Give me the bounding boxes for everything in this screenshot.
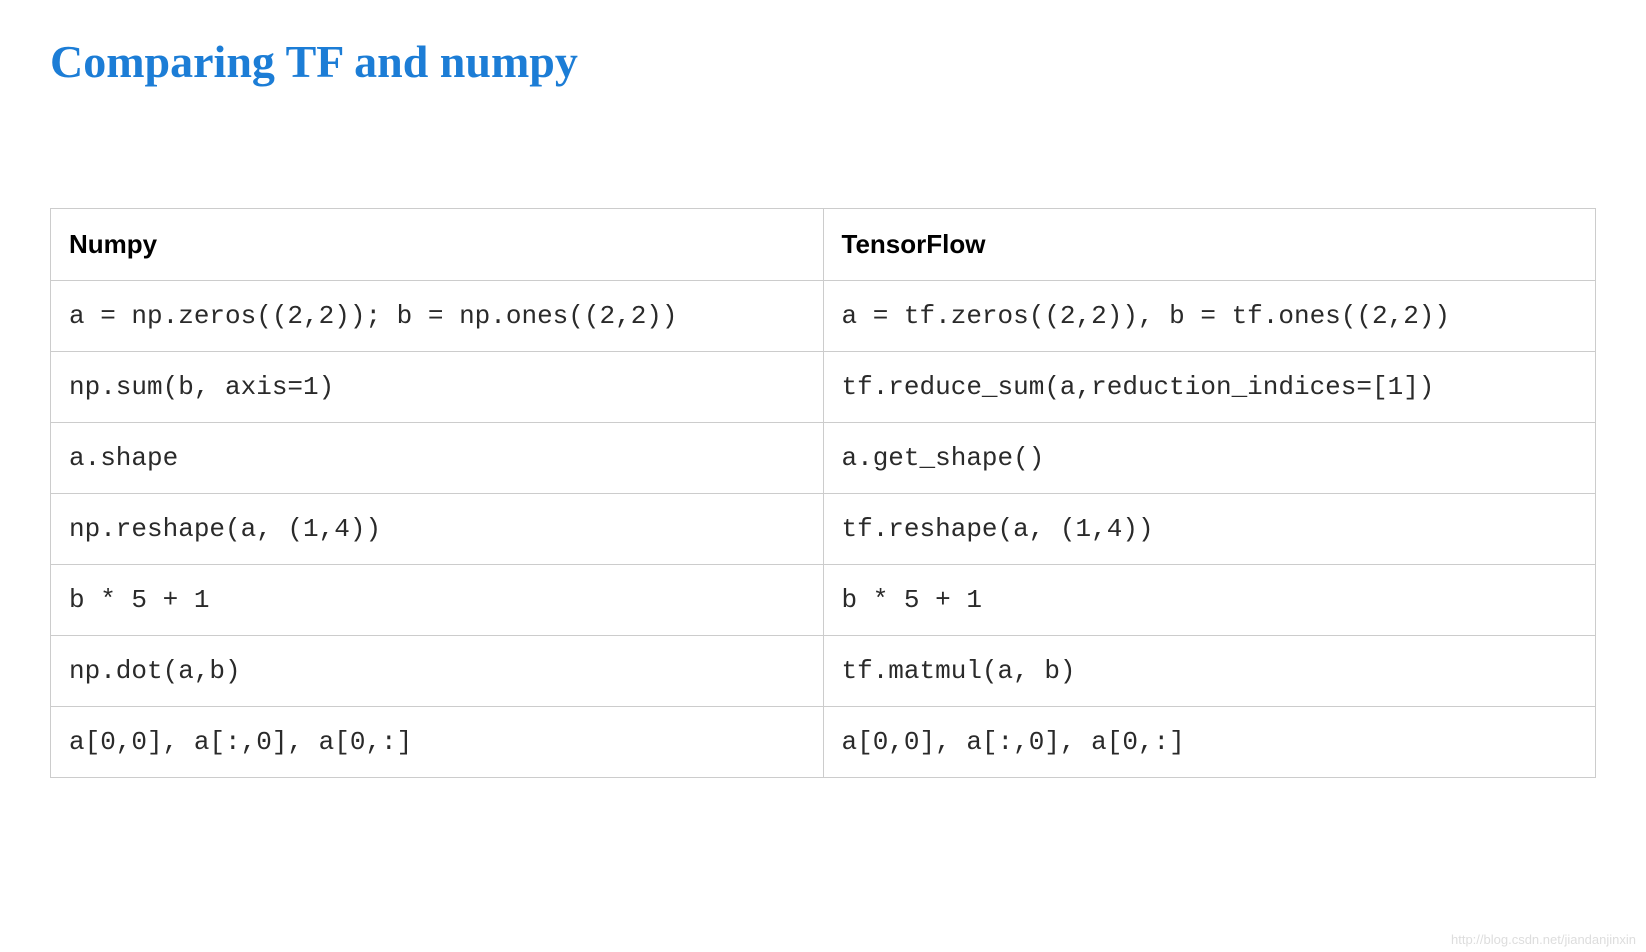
cell-tensorflow: b * 5 + 1 xyxy=(823,565,1596,636)
comparison-table: Numpy TensorFlow a = np.zeros((2,2)); b … xyxy=(50,208,1596,778)
cell-tensorflow: tf.reduce_sum(a,reduction_indices=[1]) xyxy=(823,352,1596,423)
cell-tensorflow: tf.matmul(a, b) xyxy=(823,636,1596,707)
watermark-text: http://blog.csdn.net/jiandanjinxin xyxy=(1451,932,1636,947)
table-row: a.shape a.get_shape() xyxy=(51,423,1596,494)
table-row: a[0,0], a[:,0], a[0,:] a[0,0], a[:,0], a… xyxy=(51,707,1596,778)
cell-tensorflow: tf.reshape(a, (1,4)) xyxy=(823,494,1596,565)
cell-numpy: np.reshape(a, (1,4)) xyxy=(51,494,824,565)
cell-tensorflow: a[0,0], a[:,0], a[0,:] xyxy=(823,707,1596,778)
header-tensorflow: TensorFlow xyxy=(823,209,1596,281)
cell-numpy: np.dot(a,b) xyxy=(51,636,824,707)
table-row: np.reshape(a, (1,4)) tf.reshape(a, (1,4)… xyxy=(51,494,1596,565)
cell-tensorflow: a = tf.zeros((2,2)), b = tf.ones((2,2)) xyxy=(823,281,1596,352)
cell-numpy: a[0,0], a[:,0], a[0,:] xyxy=(51,707,824,778)
cell-numpy: a.shape xyxy=(51,423,824,494)
table-row: np.sum(b, axis=1) tf.reduce_sum(a,reduct… xyxy=(51,352,1596,423)
page-title: Comparing TF and numpy xyxy=(50,35,1596,88)
cell-numpy: np.sum(b, axis=1) xyxy=(51,352,824,423)
cell-tensorflow: a.get_shape() xyxy=(823,423,1596,494)
cell-numpy: b * 5 + 1 xyxy=(51,565,824,636)
table-header-row: Numpy TensorFlow xyxy=(51,209,1596,281)
cell-numpy: a = np.zeros((2,2)); b = np.ones((2,2)) xyxy=(51,281,824,352)
table-row: a = np.zeros((2,2)); b = np.ones((2,2)) … xyxy=(51,281,1596,352)
table-row: np.dot(a,b) tf.matmul(a, b) xyxy=(51,636,1596,707)
table-row: b * 5 + 1 b * 5 + 1 xyxy=(51,565,1596,636)
header-numpy: Numpy xyxy=(51,209,824,281)
